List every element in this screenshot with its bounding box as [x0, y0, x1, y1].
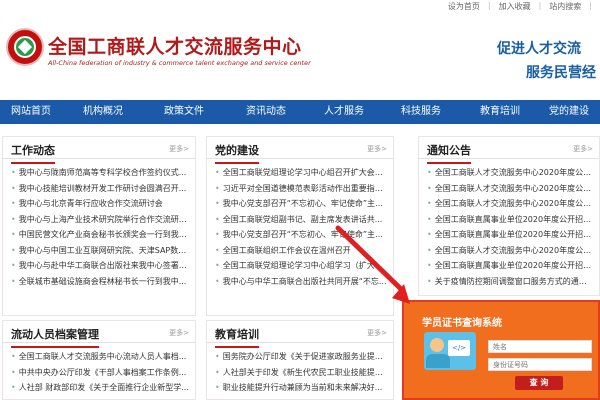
- notice-list: 全国工商联人才交流服务中心2020年度公开... 全国工商联人才交流服务中心20…: [419, 159, 599, 289]
- more-link[interactable]: 更多>: [367, 144, 387, 154]
- news-list: 全国工商联党组理论学习中心组召开扩大会议... 习近平对全国道德模范表彰活动作出…: [207, 159, 393, 289]
- separator: |: [589, 1, 592, 10]
- list-item[interactable]: 我中心与陇南师范高等专科学校合作签约仪式...: [11, 165, 189, 181]
- site-header: 全国工商联人才交流服务中心 All-China federation of in…: [0, 14, 600, 100]
- list-item[interactable]: 全国工商联直属事业单位2020年度公开招聘...: [427, 258, 593, 274]
- list-item[interactable]: 全国工商联组织工作会议在温州召开: [215, 243, 387, 259]
- list-item[interactable]: 我中心与北京青年行应收合作交流研讨会: [11, 196, 189, 212]
- archive-list: 全国工商联人才交流服务中心流动人员人事档... 中共中央办公厅印发《干部人事档案…: [3, 343, 195, 396]
- set-homepage-link[interactable]: 设为首页: [440, 1, 488, 12]
- list-item[interactable]: 全国工商联党组副书记、副主席发表讲话共...: [215, 212, 387, 228]
- list-item[interactable]: 全国工商联直属事业单位2020年度公开招聘...: [427, 212, 593, 228]
- utility-bar: 设为首页 | 加入收藏 | 站内搜索 |: [0, 0, 600, 14]
- more-link[interactable]: 更多>: [169, 144, 189, 154]
- nav-education[interactable]: 教育培训: [462, 100, 538, 124]
- archive-panel: 流动人员档案管理 更多> 全国工商联人才交流服务中心流动人员人事档... 中共中…: [2, 320, 196, 400]
- work-news-panel: 工作动态 更多> 我中心与陇南师范高等专科学校合作签约仪式... 我中心技能培训…: [2, 136, 196, 316]
- panel-header: 党的建设 更多>: [207, 137, 393, 164]
- education-panel: 教育培训 更多> 国务院办公厅印发《关于促进家政服务业提质... 人社部关于印发…: [206, 320, 394, 400]
- id-number-input[interactable]: [488, 358, 592, 371]
- nav-news[interactable]: 资讯动态: [224, 100, 308, 124]
- site-title: 全国工商联人才交流服务中心: [48, 36, 302, 58]
- list-item[interactable]: 人社部关于印发《新生代农民工职业技能提升...: [215, 365, 387, 381]
- name-input[interactable]: [488, 340, 592, 353]
- nav-party[interactable]: 党的建设: [538, 100, 600, 124]
- list-item[interactable]: 职业技能提升行动兼顾为当前和未来解决好...: [215, 380, 387, 396]
- nav-policy[interactable]: 政策文件: [144, 100, 224, 124]
- nav-talent[interactable]: 人才服务: [308, 100, 380, 124]
- list-item[interactable]: 中国民营文化产业商会秘书长颁奖会一行到我中...: [11, 227, 189, 243]
- list-item[interactable]: 全国工商联人才交流服务中心2020年度公开...: [427, 196, 593, 212]
- panel-title: 通知公告: [427, 142, 471, 164]
- panel-title: 流动人员档案管理: [11, 326, 99, 348]
- list-item[interactable]: 全国工商联党组理论学习中心组学习（扩大）...: [215, 258, 387, 274]
- list-item[interactable]: 我中心与中国工业互联网研究院、天津SAP数字...: [11, 243, 189, 259]
- slogan-line-2: 服务民营经: [526, 65, 596, 81]
- more-link[interactable]: 更多>: [573, 144, 593, 154]
- list-item[interactable]: 我中心与上海产业技术研究院举行合作交流研讨...: [11, 212, 189, 228]
- panel-header: 工作动态 更多>: [3, 137, 195, 164]
- nav-about[interactable]: 机构概况: [62, 100, 144, 124]
- more-link[interactable]: 更多>: [169, 328, 189, 338]
- list-item[interactable]: 人社部 财政部印发《关于全面推行企业新型学...: [11, 380, 189, 396]
- list-item[interactable]: 全国工商联人才交流服务中心2020年度公开...: [427, 181, 593, 197]
- list-item[interactable]: 习近平对全国道德模范表彰活动作出重要指示...: [215, 181, 387, 197]
- list-item[interactable]: 我中心与赴中华工商联合出版社来我中心签署教材...: [11, 258, 189, 274]
- notice-panel: 通知公告 更多> 全国工商联人才交流服务中心2020年度公开... 全国工商联人…: [418, 136, 600, 296]
- list-item[interactable]: 我中心技能培训教材开发工作研讨会圆满召开...: [11, 181, 189, 197]
- list-item[interactable]: 关于疫情防控期间调整窗口服务方式的通知...: [427, 274, 593, 290]
- nav-tech[interactable]: 科技服务: [380, 100, 462, 124]
- more-link[interactable]: 更多>: [367, 328, 387, 338]
- list-item[interactable]: 全国工商联人才交流服务中心2020年度公开...: [427, 243, 593, 259]
- query-button[interactable]: 查 询: [515, 376, 563, 390]
- site-logo-icon[interactable]: [6, 28, 44, 66]
- slogan-line-1: 促进人才交流: [497, 41, 581, 57]
- party-panel: 党的建设 更多> 全国工商联党组理论学习中心组召开扩大会议... 习近平对全国道…: [206, 136, 394, 316]
- main-nav: 网站首页 机构概况 政策文件 资讯动态 人才服务 科技服务 教育培训 党的建设: [0, 100, 600, 124]
- news-list: 我中心与陇南师范高等专科学校合作签约仪式... 我中心技能培训教材开发工作研讨会…: [3, 159, 195, 289]
- list-item[interactable]: 全联城市基础设施商会程林秘书长一行到我中...: [11, 274, 189, 290]
- panel-title: 党的建设: [215, 142, 259, 164]
- site-search-link[interactable]: 站内搜索: [541, 1, 589, 12]
- certificate-query-box: 学员证书查询系统 </> 查 询: [402, 300, 600, 400]
- add-favorite-link[interactable]: 加入收藏: [491, 1, 539, 12]
- list-item[interactable]: 中共中央办公厅印发《干部人事档案工作条例...: [11, 365, 189, 381]
- list-item[interactable]: 全国工商联人才交流服务中心2020年度公开...: [427, 165, 593, 181]
- list-item[interactable]: 国务院办公厅印发《关于促进家政服务业提质...: [215, 349, 387, 365]
- nav-home[interactable]: 网站首页: [0, 100, 62, 124]
- certificate-query-title: 学员证书查询系统: [422, 318, 502, 329]
- list-item[interactable]: 我中心党支部召开“不忘初心、牢记使命”主题...: [215, 196, 387, 212]
- list-item[interactable]: 我中心党支部召开“不忘初心、牢记使命”主题...: [215, 227, 387, 243]
- code-icon: </>: [448, 340, 470, 356]
- list-item[interactable]: 我中心与中华工商联合出版社共同开展“不忘...: [215, 274, 387, 290]
- list-item[interactable]: 全国工商联直属事业单位2020年度公开招聘...: [427, 227, 593, 243]
- panel-title: 教育培训: [215, 326, 259, 348]
- education-list: 国务院办公厅印发《关于促进家政服务业提质... 人社部关于印发《新生代农民工职业…: [207, 343, 393, 396]
- panel-header: 通知公告 更多>: [419, 137, 599, 164]
- list-item[interactable]: 全国工商联党组理论学习中心组召开扩大会议...: [215, 165, 387, 181]
- site-subtitle: All-China federation of industry & comme…: [48, 59, 311, 67]
- panel-header: 教育培训 更多>: [207, 321, 393, 348]
- panel-title: 工作动态: [11, 142, 55, 164]
- panel-header: 流动人员档案管理 更多>: [3, 321, 195, 348]
- utility-links: 设为首页 | 加入收藏 | 站内搜索 |: [440, 1, 592, 12]
- list-item[interactable]: 全国工商联人才交流服务中心流动人员人事档...: [11, 349, 189, 365]
